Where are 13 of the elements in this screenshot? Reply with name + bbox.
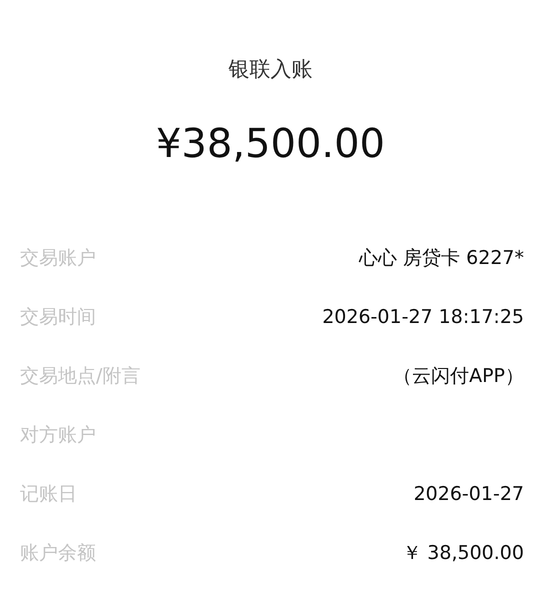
detail-value: 心心 房贷卡 6227* <box>359 246 524 270</box>
amount: ¥38,500.00 <box>156 120 386 168</box>
detail-label: 交易账户 <box>20 246 96 270</box>
detail-label: 账户余额 <box>20 540 96 566</box>
detail-value: 2026-01-27 18:17:25 <box>322 306 524 328</box>
detail-value: ￥ 38,500.00 <box>402 540 524 566</box>
detail-value: 2026-01-27 <box>414 482 524 504</box>
detail-label: 交易地点/附言 <box>20 364 140 388</box>
page-title: 银联入账 <box>228 56 312 83</box>
detail-label: 记账日 <box>20 482 77 506</box>
detail-value: （云闪付APP） <box>393 364 524 388</box>
detail-label: 对方账户 <box>20 422 96 448</box>
detail-label: 交易时间 <box>20 304 96 330</box>
